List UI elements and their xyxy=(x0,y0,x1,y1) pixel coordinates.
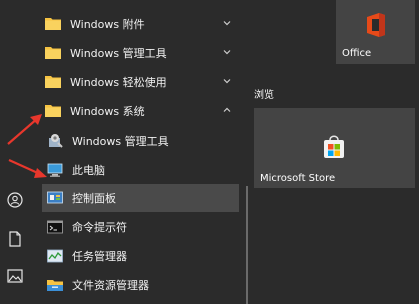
list-item-this-pc[interactable]: 此电脑 xyxy=(42,156,238,184)
file-explorer-icon xyxy=(46,276,64,294)
document-icon[interactable] xyxy=(4,228,26,250)
command-prompt-icon xyxy=(46,218,64,236)
list-item-label: Windows 管理工具 xyxy=(72,135,169,148)
list-item-label: 控制面板 xyxy=(72,192,116,205)
tile-microsoft-store[interactable]: Microsoft Store xyxy=(254,108,415,188)
annotation-arrow-icon xyxy=(8,158,47,178)
list-item-windows-admin-tools-app[interactable]: Windows 管理工具 xyxy=(42,127,238,155)
folder-icon xyxy=(44,73,62,91)
folder-icon xyxy=(44,15,62,33)
pictures-icon[interactable] xyxy=(4,265,26,287)
list-item-label: Windows 轻松使用 xyxy=(70,76,167,89)
list-item-label: 任务管理器 xyxy=(72,250,127,263)
tiles-area: Office 浏览 Microsoft Store xyxy=(248,0,419,304)
office-icon xyxy=(364,12,388,42)
list-item-task-manager[interactable]: 任务管理器 xyxy=(42,242,238,270)
chevron-up-icon xyxy=(222,105,232,115)
app-list: Windows 附件 Windows 管理工具 Windows 轻松使用 Win… xyxy=(30,0,248,304)
list-item-label: 此电脑 xyxy=(72,164,105,177)
list-item-label: 文件资源管理器 xyxy=(72,279,149,292)
tile-group-label: 浏览 xyxy=(254,90,274,101)
list-item-windows-accessories[interactable]: Windows 附件 xyxy=(40,10,240,38)
folder-icon xyxy=(44,44,62,62)
chevron-down-icon xyxy=(222,18,232,28)
list-item-label: Windows 管理工具 xyxy=(70,47,167,60)
task-manager-icon xyxy=(46,247,64,265)
list-item-windows-ease-of-access[interactable]: Windows 轻松使用 xyxy=(40,68,240,96)
list-item-file-explorer[interactable]: 文件资源管理器 xyxy=(42,271,238,299)
list-item-windows-admin-tools-folder[interactable]: Windows 管理工具 xyxy=(40,39,240,67)
chevron-down-icon xyxy=(222,76,232,86)
start-rail xyxy=(0,0,30,304)
annotation-arrow-icon xyxy=(7,114,42,145)
tile-label: Microsoft Store xyxy=(260,173,336,184)
control-panel-icon xyxy=(46,189,64,207)
tile-label: Office xyxy=(342,48,372,59)
list-item-control-panel[interactable]: 控制面板 xyxy=(42,184,239,212)
list-item-label: 命令提示符 xyxy=(72,221,127,234)
list-item-label: Windows 系统 xyxy=(70,105,145,118)
microsoft-store-icon xyxy=(322,134,346,164)
list-item-windows-system[interactable]: Windows 系统 xyxy=(40,97,240,125)
list-item-label: Windows 附件 xyxy=(70,18,145,31)
tile-office[interactable]: Office xyxy=(336,0,415,64)
chevron-down-icon xyxy=(222,47,232,57)
list-item-command-prompt[interactable]: 命令提示符 xyxy=(42,213,238,241)
user-icon[interactable] xyxy=(4,189,26,211)
